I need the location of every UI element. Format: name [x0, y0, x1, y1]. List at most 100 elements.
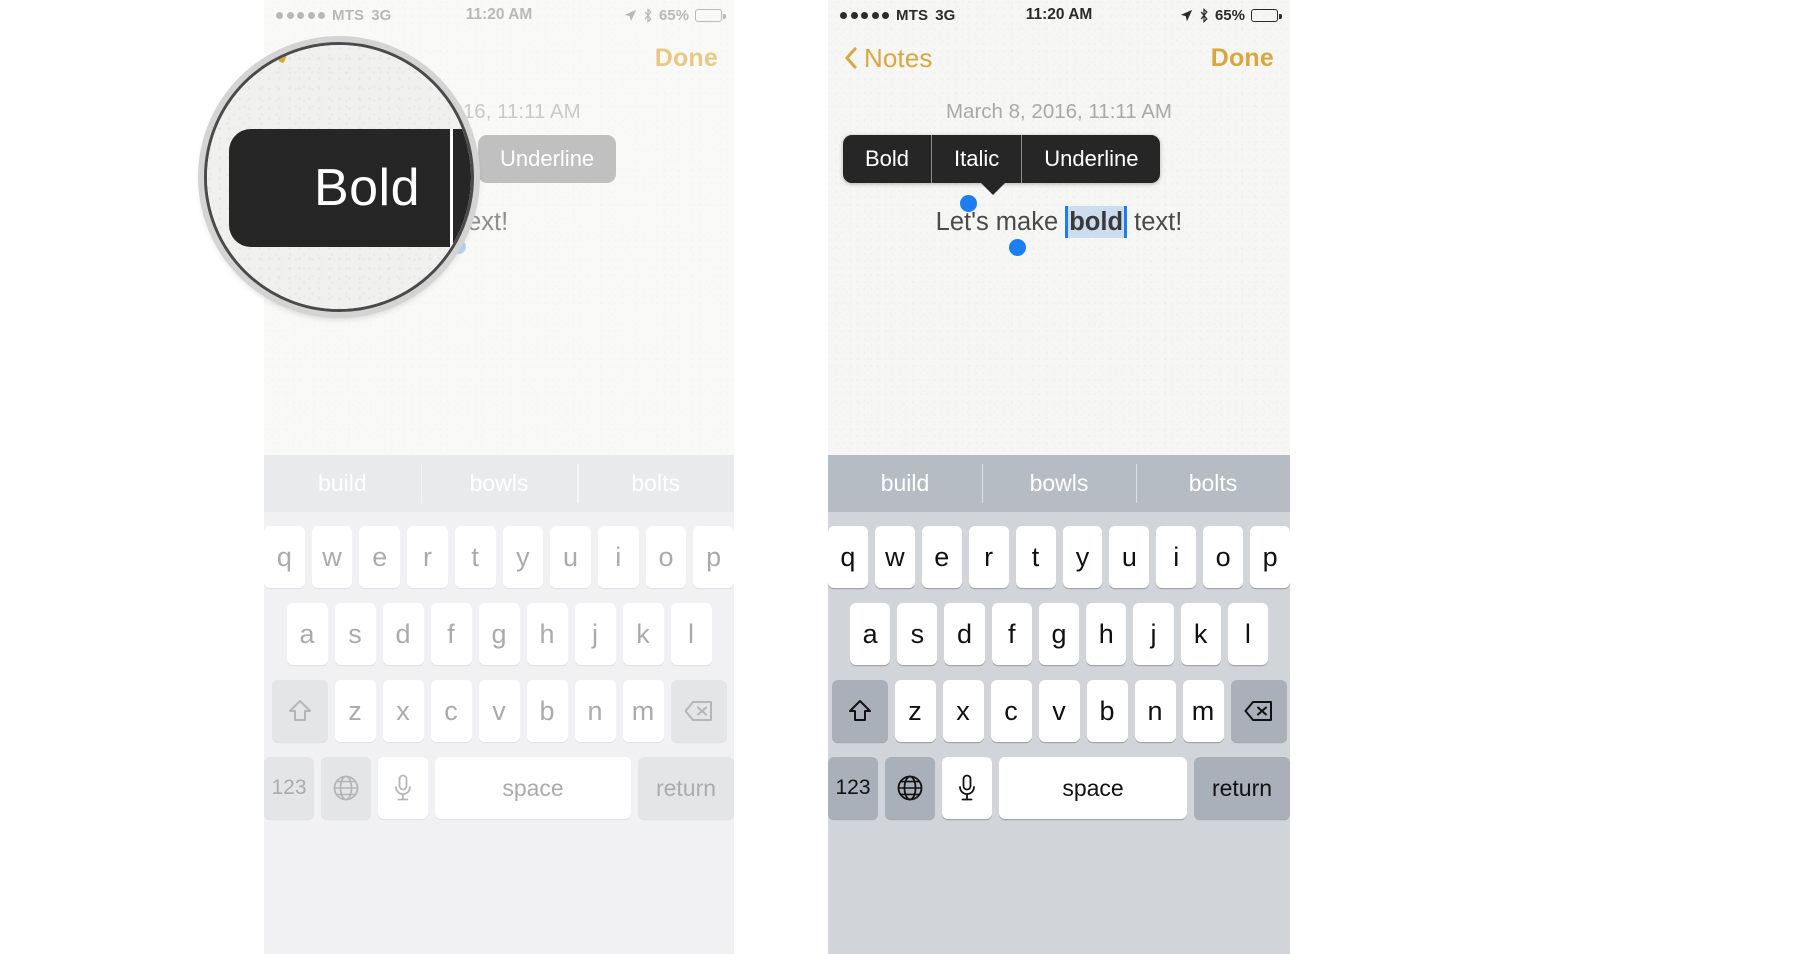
space-key[interactable]: space	[999, 757, 1187, 819]
delete-key[interactable]	[670, 680, 727, 742]
key-r[interactable]: r	[407, 526, 448, 588]
key-e[interactable]: e	[359, 526, 401, 588]
done-button[interactable]: Done	[1211, 44, 1274, 73]
key-p[interactable]: p	[693, 526, 734, 588]
suggestion-item[interactable]: bolts	[1136, 455, 1290, 512]
globe-key[interactable]	[885, 757, 935, 819]
key-u[interactable]: u	[1109, 526, 1150, 588]
key-a[interactable]: a	[850, 603, 891, 665]
key-y[interactable]: y	[502, 526, 544, 588]
key-f[interactable]: f	[430, 603, 472, 665]
shift-key[interactable]	[271, 680, 328, 742]
globe-keyboard-icon	[333, 775, 359, 801]
key-y[interactable]: y	[1062, 526, 1103, 588]
suggestion-item[interactable]: build	[264, 455, 421, 512]
keyboard-row-4: 123 space return	[828, 757, 1290, 819]
key-b[interactable]: b	[526, 680, 568, 742]
key-i[interactable]: i	[1156, 526, 1197, 588]
key-j[interactable]: j	[1133, 603, 1174, 665]
format-italic-button[interactable]: Italic	[931, 135, 1021, 183]
key-z[interactable]: z	[334, 680, 376, 742]
battery-icon	[1251, 8, 1282, 22]
key-g[interactable]: g	[1038, 603, 1080, 665]
note-text-line[interactable]: Let's make bold text!	[828, 206, 1290, 238]
suggestion-item[interactable]: bolts	[577, 455, 734, 512]
suggestion-item[interactable]: build	[828, 455, 982, 512]
key-d[interactable]: d	[382, 603, 424, 665]
format-underline-button[interactable]: Underline	[478, 135, 617, 183]
selection-handle-start[interactable]	[960, 195, 977, 212]
key-n[interactable]: n	[1134, 680, 1176, 742]
key-i[interactable]: i	[597, 526, 639, 588]
key-a[interactable]: a	[286, 603, 328, 665]
signal-strength-dots-icon	[276, 11, 325, 19]
numbers-key[interactable]: 123	[828, 757, 878, 819]
return-key[interactable]: return	[1194, 757, 1290, 819]
suggestion-item[interactable]: bowls	[420, 455, 578, 512]
key-z[interactable]: z	[894, 680, 936, 742]
numbers-key[interactable]: 123	[264, 757, 314, 819]
key-t[interactable]: t	[1015, 526, 1056, 588]
format-underline-button[interactable]: Underline	[1021, 135, 1160, 183]
key-l[interactable]: l	[1227, 603, 1268, 665]
comparison-screenshot: MTS 3G 11:20 AM 65% Notes	[0, 0, 1815, 954]
format-bold-button[interactable]: Bold	[843, 135, 931, 183]
key-q[interactable]: q	[828, 526, 868, 588]
key-d[interactable]: d	[944, 603, 985, 665]
key-r[interactable]: r	[968, 526, 1009, 588]
key-k[interactable]: k	[622, 603, 664, 665]
key-h[interactable]: h	[526, 603, 568, 665]
key-o[interactable]: o	[1203, 526, 1244, 588]
globe-key[interactable]	[321, 757, 371, 819]
return-key[interactable]: return	[638, 757, 734, 819]
key-k[interactable]: k	[1180, 603, 1221, 665]
space-key[interactable]: space	[435, 757, 631, 819]
key-v[interactable]: v	[478, 680, 520, 742]
key-h[interactable]: h	[1086, 603, 1127, 665]
key-t[interactable]: t	[454, 526, 496, 588]
selection-handle-end[interactable]	[1009, 239, 1026, 256]
format-underline-label: Underline	[500, 146, 595, 171]
key-x[interactable]: x	[382, 680, 424, 742]
keyboard-row-4: 123 space return	[264, 757, 734, 819]
key-l[interactable]: l	[670, 603, 712, 665]
key-s[interactable]: s	[334, 603, 376, 665]
key-w[interactable]: w	[311, 526, 353, 588]
key-u[interactable]: u	[550, 526, 591, 588]
suggestion-item[interactable]: bowls	[982, 455, 1136, 512]
status-bar: MTS 3G 11:20 AM 65%	[828, 0, 1290, 30]
back-to-notes-button[interactable]: Notes	[844, 43, 932, 74]
key-m[interactable]: m	[622, 680, 664, 742]
keyboard-rows: q w e r t y u i o p a s d f g h j k l z …	[264, 512, 734, 954]
key-q[interactable]: q	[264, 526, 305, 588]
magnified-bold-label: Bold	[313, 159, 421, 217]
location-arrow-icon	[624, 9, 637, 21]
key-p[interactable]: p	[1250, 526, 1290, 588]
key-o[interactable]: o	[645, 526, 687, 588]
magnifier-callout: Bold	[204, 42, 474, 312]
on-screen-keyboard: build bowls bolts q w e r t y u i o p a …	[264, 455, 734, 954]
key-m[interactable]: m	[1182, 680, 1224, 742]
key-c[interactable]: c	[990, 680, 1032, 742]
key-n[interactable]: n	[574, 680, 616, 742]
magnified-bold-button[interactable]: Bold	[229, 129, 471, 247]
selected-text[interactable]: bold	[1065, 206, 1128, 238]
key-v[interactable]: v	[1038, 680, 1080, 742]
key-f[interactable]: f	[991, 603, 1032, 665]
key-j[interactable]: j	[574, 603, 616, 665]
key-w[interactable]: w	[874, 526, 915, 588]
key-b[interactable]: b	[1086, 680, 1128, 742]
chevron-left-icon	[845, 47, 857, 69]
shift-key[interactable]	[831, 680, 888, 742]
dictation-key[interactable]	[942, 757, 992, 819]
delete-key[interactable]	[1230, 680, 1287, 742]
key-g[interactable]: g	[478, 603, 520, 665]
key-e[interactable]: e	[921, 526, 962, 588]
key-x[interactable]: x	[942, 680, 984, 742]
dictation-key[interactable]	[378, 757, 428, 819]
key-s[interactable]: s	[897, 603, 938, 665]
key-c[interactable]: c	[430, 680, 472, 742]
done-button[interactable]: Done	[655, 44, 718, 73]
text-format-popup: Bold Italic Underline	[843, 135, 1161, 183]
keyboard-row-3: z x c v b n m	[828, 680, 1290, 742]
